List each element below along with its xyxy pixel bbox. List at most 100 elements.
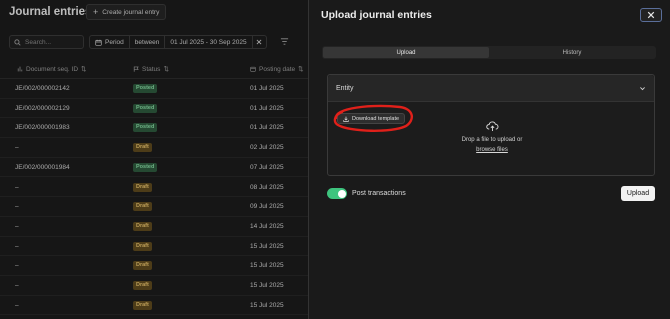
calendar-icon	[95, 39, 102, 46]
filter-value[interactable]: 01 Jul 2025 - 30 Sep 2025	[165, 36, 253, 48]
status-badge: Posted	[133, 162, 158, 172]
posting-date-cell: 01 Jul 2025	[250, 104, 284, 112]
post-transactions-toggle[interactable]	[327, 188, 347, 199]
search-box[interactable]	[9, 35, 84, 49]
status-badge: Draft	[133, 281, 152, 290]
doc-seq-cell: –	[15, 203, 19, 211]
table-row[interactable]: – Draft 15 Jul 2025	[0, 296, 308, 316]
filter-operator[interactable]: between	[130, 36, 166, 48]
chevron-down-icon	[640, 86, 645, 90]
drawer-tabs: Upload History	[322, 46, 656, 59]
column-doc-seq-label: Document seq. ID	[26, 65, 79, 73]
plus-icon: +	[93, 6, 99, 17]
filter-lines-icon[interactable]	[280, 37, 289, 46]
column-posting-date-label: Posting date	[259, 65, 296, 73]
posting-date-cell: 15 Jul 2025	[250, 242, 284, 250]
create-journal-entry-button[interactable]: + Create journal entry	[86, 4, 167, 20]
file-drop-zone[interactable]: Drop a file to upload or browse files	[428, 121, 556, 153]
doc-seq-cell: –	[15, 301, 19, 309]
doc-seq-cell: JE/002/000001983	[15, 124, 70, 132]
column-header-posting-date[interactable]: Posting date ⇅	[250, 65, 304, 73]
close-drawer-button[interactable]	[640, 8, 662, 22]
download-template-label: Download template	[352, 115, 400, 122]
search-icon	[14, 38, 21, 46]
tab-upload[interactable]: Upload	[323, 47, 489, 58]
post-transactions-label: Post transactions	[352, 190, 406, 197]
browse-files-link[interactable]: browse files	[476, 147, 508, 153]
column-status-label: Status	[142, 65, 161, 73]
table-row[interactable]: – Draft 02 Jul 2025	[0, 138, 308, 158]
posting-date-cell: 15 Jul 2025	[250, 262, 284, 270]
drawer-title: Upload journal entries	[321, 9, 432, 21]
column-header-status[interactable]: Status ⇅	[133, 65, 169, 73]
drop-instruction: Drop a file to upload or	[461, 137, 523, 143]
table-row[interactable]: – Draft 08 Jul 2025	[0, 178, 308, 198]
status-badge: Draft	[133, 300, 152, 310]
close-icon	[256, 39, 262, 45]
posting-date-cell: 07 Jul 2025	[250, 163, 284, 171]
table-row[interactable]: – Draft 09 Jul 2025	[0, 197, 308, 217]
entity-select-label: Entity	[336, 84, 354, 92]
clear-filter-button[interactable]	[253, 36, 266, 48]
create-journal-entry-label: Create journal entry	[102, 8, 160, 16]
table-header: Document seq. ID ⇅ Status ⇅ Posting date…	[0, 61, 308, 79]
status-badge: Draft	[133, 221, 152, 231]
posting-date-cell: 09 Jul 2025	[250, 203, 284, 211]
posting-date-cell: 02 Jul 2025	[250, 144, 284, 152]
hash-bars-icon	[17, 66, 23, 72]
upload-button[interactable]: Upload	[621, 186, 655, 201]
status-badge: Draft	[133, 241, 152, 251]
close-icon	[647, 11, 655, 19]
doc-seq-cell: –	[15, 222, 19, 230]
table-row[interactable]: JE/002/000002142 Posted 01 Jul 2025	[0, 79, 308, 99]
status-badge: Draft	[133, 261, 152, 271]
sort-icon: ⇅	[163, 66, 169, 73]
download-template-button[interactable]: Download template	[337, 113, 406, 124]
filter-field[interactable]: Period	[90, 36, 130, 48]
posting-date-cell: 01 Jul 2025	[250, 85, 284, 92]
posting-date-cell: 15 Jul 2025	[250, 301, 284, 309]
sort-icon: ⇅	[298, 66, 304, 73]
status-badge: Posted	[133, 103, 158, 113]
table-row[interactable]: JE/002/000001984 Posted 07 Jul 2025	[0, 158, 308, 178]
cloud-upload-icon	[485, 121, 498, 132]
search-input[interactable]	[25, 38, 81, 46]
doc-seq-cell: –	[15, 144, 19, 152]
posting-date-cell: 01 Jul 2025	[250, 124, 284, 132]
status-badge: Draft	[133, 182, 152, 192]
table-row[interactable]: JE/002/000001983 Posted 01 Jul 2025	[0, 118, 308, 139]
filter-field-label: Period	[105, 38, 124, 46]
table-row[interactable]: JE/002/000002129 Posted 01 Jul 2025	[0, 99, 308, 119]
doc-seq-cell: –	[15, 262, 19, 270]
entity-select[interactable]: Entity	[328, 75, 654, 102]
calendar-icon	[250, 66, 256, 72]
status-badge: Draft	[133, 202, 152, 212]
page-title: Journal entries	[9, 6, 92, 18]
status-badge: Posted	[133, 123, 158, 133]
status-badge: Posted	[133, 84, 158, 93]
post-transactions-row: Post transactions	[327, 188, 406, 199]
doc-seq-cell: JE/002/000002142	[15, 85, 70, 92]
table-row[interactable]: – Draft 15 Jul 2025	[0, 237, 308, 257]
status-badge: Draft	[133, 143, 152, 153]
doc-seq-cell: –	[15, 183, 19, 191]
upload-card: Entity Download template Drop a file to …	[327, 74, 655, 176]
doc-seq-cell: –	[15, 242, 19, 250]
journal-entries-page: Journal entries + Create journal entry P…	[0, 0, 308, 319]
posting-date-cell: 14 Jul 2025	[250, 222, 284, 230]
doc-seq-cell: JE/002/000001984	[15, 163, 70, 171]
posting-date-cell: 08 Jul 2025	[250, 183, 284, 191]
tab-history[interactable]: History	[489, 47, 655, 58]
table-row[interactable]: – Draft 15 Jul 2025	[0, 256, 308, 276]
upload-drawer: Upload journal entries Upload History En…	[308, 0, 670, 319]
table-row[interactable]: – Draft 15 Jul 2025	[0, 276, 308, 296]
period-filter-chip[interactable]: Period between 01 Jul 2025 - 30 Sep 2025	[89, 35, 267, 49]
doc-seq-cell: JE/002/000002129	[15, 104, 70, 112]
table-row[interactable]: – Draft 14 Jul 2025	[0, 217, 308, 237]
doc-seq-cell: –	[15, 282, 19, 289]
flag-icon	[133, 66, 139, 72]
posting-date-cell: 15 Jul 2025	[250, 282, 284, 289]
sort-icon: ⇅	[81, 66, 87, 73]
column-header-doc-seq[interactable]: Document seq. ID ⇅	[17, 65, 86, 73]
download-icon	[343, 116, 349, 122]
